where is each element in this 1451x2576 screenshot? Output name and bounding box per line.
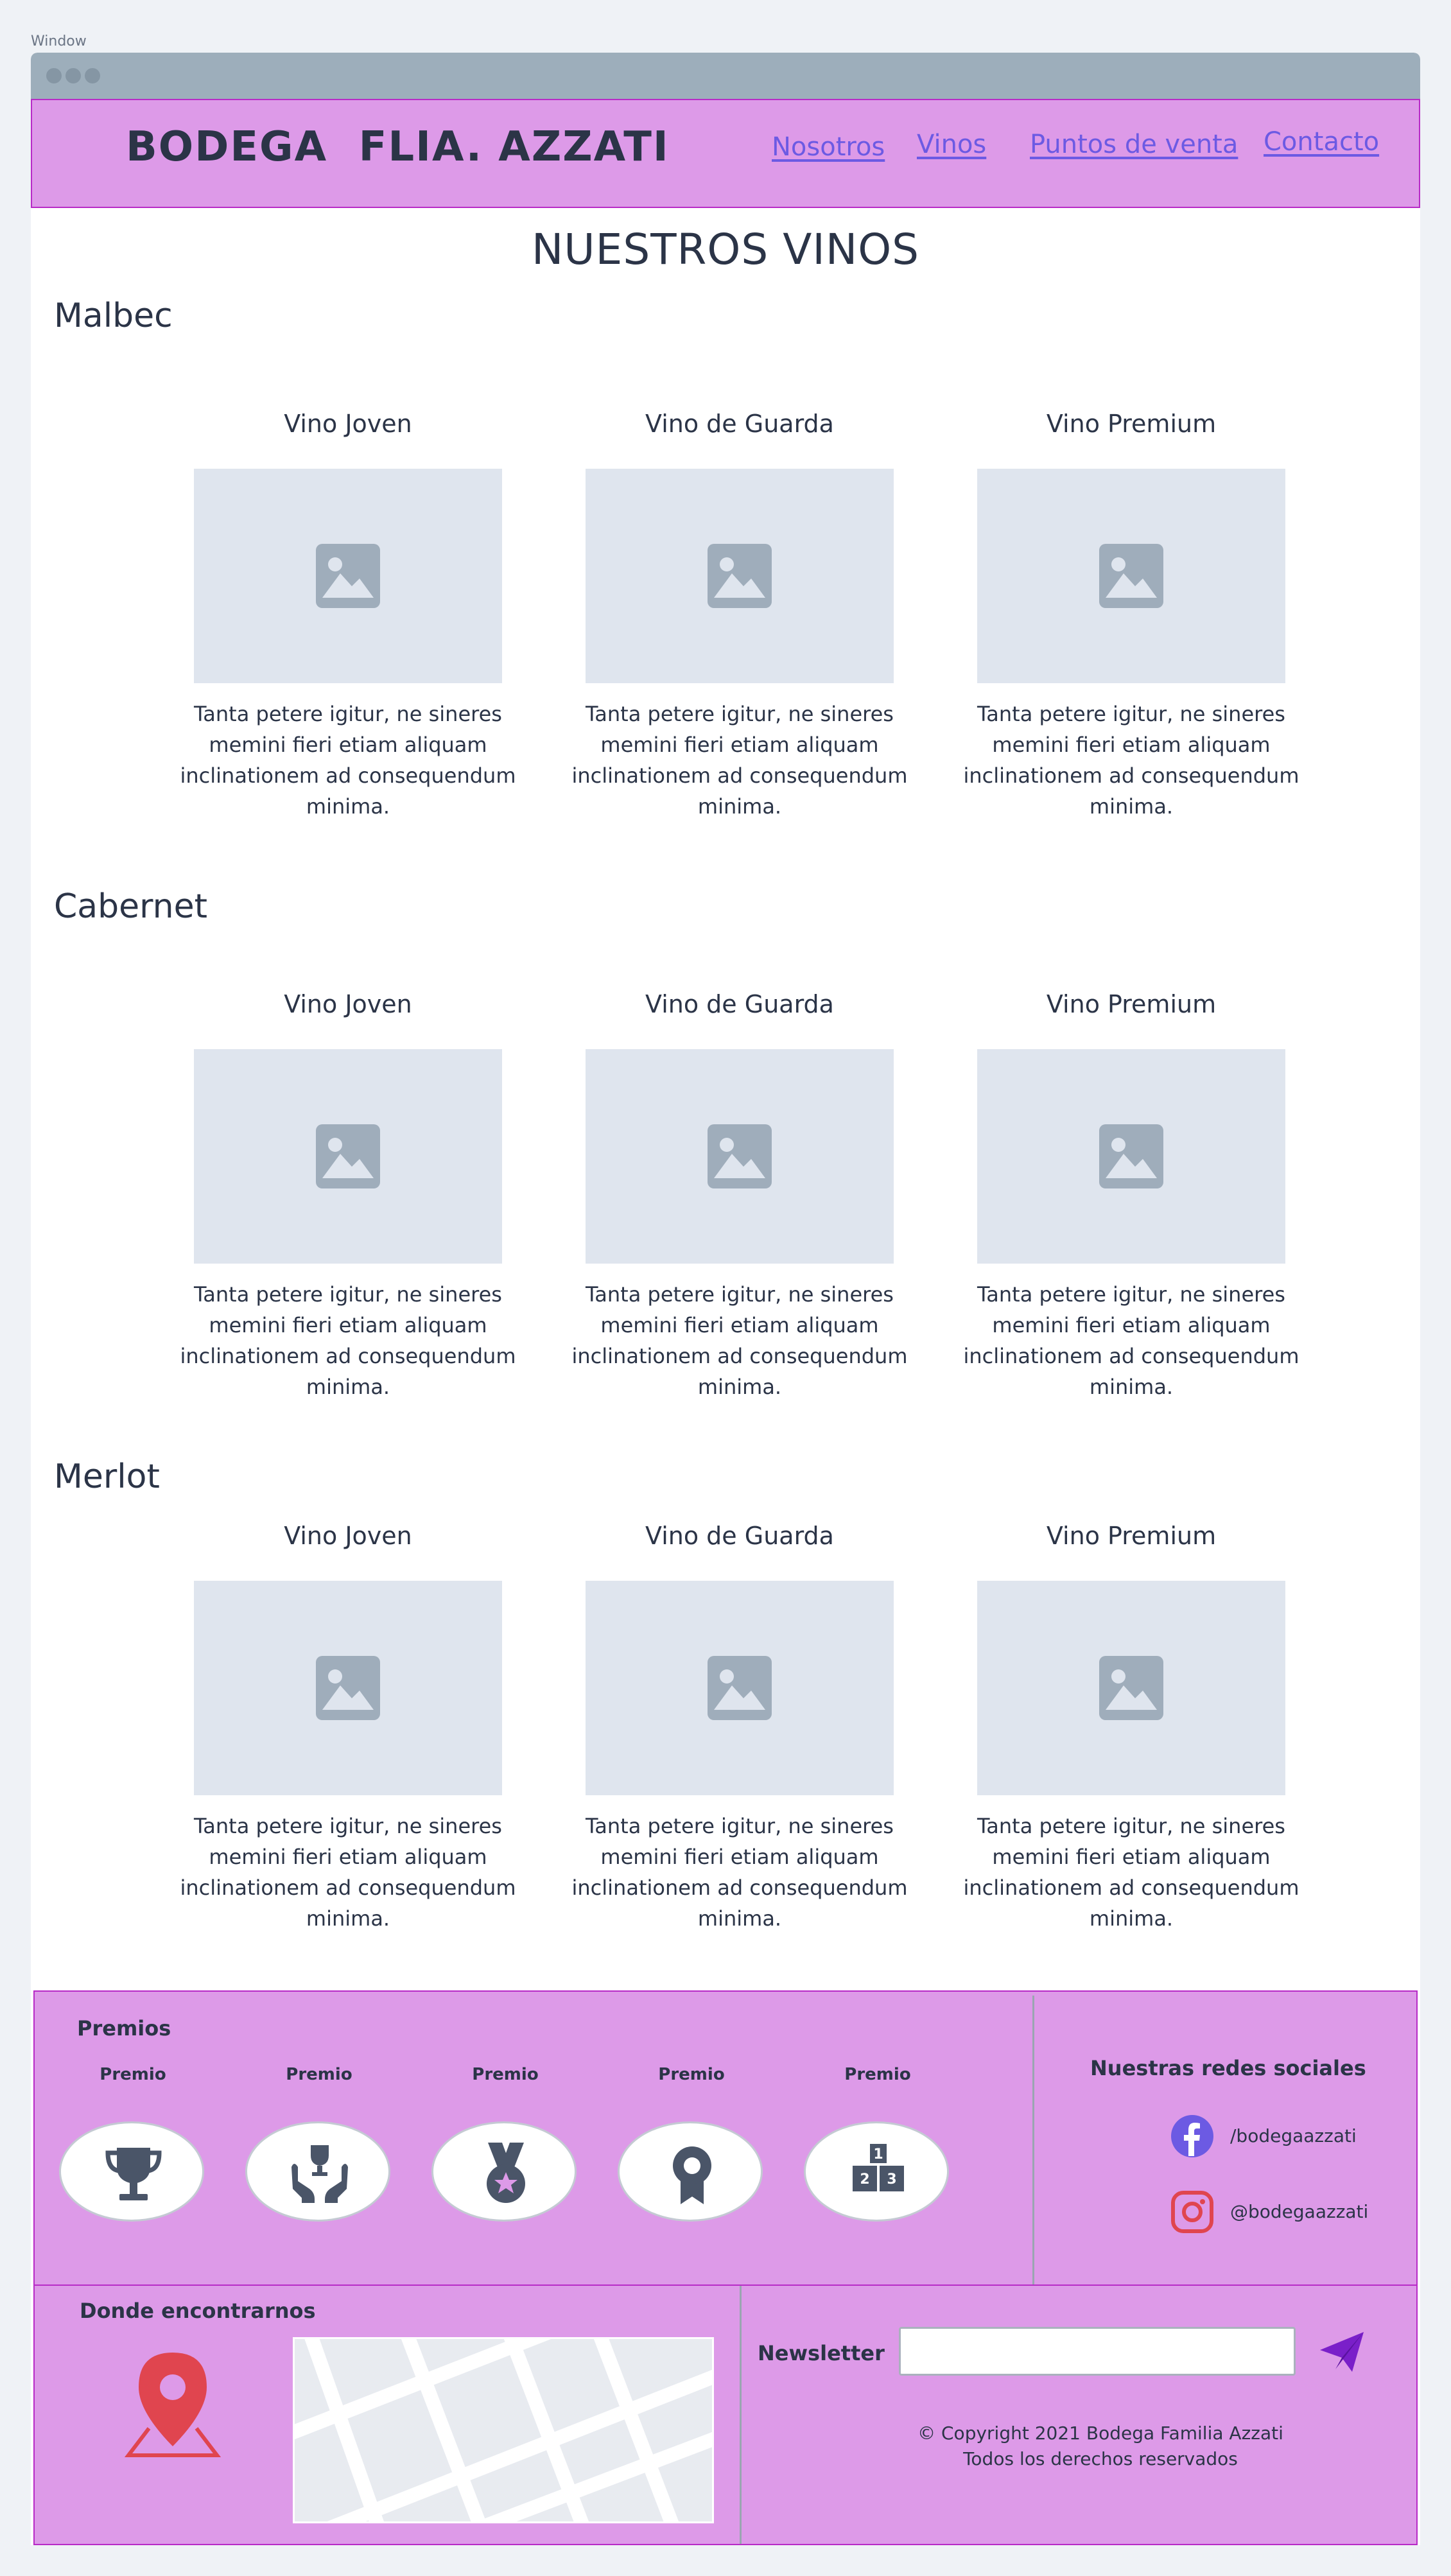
- award-hands-icon: [291, 2145, 348, 2203]
- wine-card-title: Vino Joven: [284, 990, 412, 1018]
- svg-text:1: 1: [873, 2146, 883, 2163]
- social-facebook-link[interactable]: /bodegaazzati: [1170, 2114, 1414, 2165]
- window-dot[interactable]: [65, 68, 81, 83]
- wine-image-placeholder: [977, 1581, 1285, 1795]
- nav-link-puntos-de-venta[interactable]: Puntos de venta: [1030, 130, 1238, 159]
- wine-image-placeholder: [586, 1581, 894, 1795]
- copyright-line: © Copyright 2021 Bodega Familia Azzati: [917, 2423, 1283, 2444]
- map[interactable]: [293, 2337, 714, 2523]
- award-label: Premio: [658, 2065, 725, 2084]
- wine-image-placeholder: [977, 469, 1285, 683]
- award-badge[interactable]: 1 2 3: [804, 2121, 949, 2222]
- ribbon-badge-icon: [673, 2146, 711, 2204]
- award-badge[interactable]: [618, 2121, 763, 2222]
- wine-card-description: Tanta petere igitur, ne sineres memini f…: [963, 1282, 1299, 1399]
- facebook-handle: /bodegaazzati: [1230, 2125, 1357, 2146]
- window-label: Window: [31, 33, 87, 49]
- divider: [1032, 1996, 1034, 2284]
- newsletter-email-input[interactable]: [899, 2327, 1296, 2376]
- browser-window: BODEGA FLIA. AZZATI Nosotros Vinos Punto…: [31, 53, 1420, 2545]
- window-titlebar: [31, 53, 1420, 99]
- wine-card-description: Tanta petere igitur, ne sineres memini f…: [571, 1814, 908, 1931]
- location-pin-icon: [125, 2353, 221, 2457]
- award-badge[interactable]: [59, 2121, 204, 2222]
- wine-card-description: Tanta petere igitur, ne sineres memini f…: [180, 1814, 516, 1931]
- award-label: Premio: [472, 2065, 539, 2084]
- wine-card-title: Vino de Guarda: [645, 990, 834, 1018]
- site-header: BODEGA FLIA. AZZATI Nosotros Vinos Punto…: [31, 99, 1420, 208]
- footer-location-newsletter: Donde encontrarnos Newsletter © Copyrigh…: [33, 2284, 1418, 2545]
- podium-icon: 1 2 3: [853, 2144, 904, 2191]
- wine-card-title: Vino Joven: [284, 1522, 412, 1550]
- divider: [740, 2286, 742, 2544]
- facebook-icon: [1171, 2115, 1213, 2157]
- trophy-icon: [105, 2148, 162, 2200]
- wine-card-description: Tanta petere igitur, ne sineres memini f…: [571, 702, 908, 819]
- wine-image-placeholder: [194, 469, 502, 683]
- section-title-malbec: Malbec: [54, 297, 173, 335]
- award-badge[interactable]: [431, 2121, 577, 2222]
- award-label: Premio: [100, 2065, 166, 2084]
- section-title-cabernet: Cabernet: [54, 887, 207, 926]
- award-label: Premio: [286, 2065, 352, 2084]
- social-instagram-link[interactable]: @bodegaazzati: [1170, 2189, 1414, 2241]
- instagram-handle: @bodegaazzati: [1230, 2201, 1369, 2222]
- instagram-icon: [1171, 2191, 1213, 2233]
- window-dot[interactable]: [46, 68, 62, 83]
- window-dot[interactable]: [85, 68, 100, 83]
- wine-card-title: Vino Premium: [1046, 990, 1217, 1018]
- newsletter-label: Newsletter: [758, 2341, 885, 2365]
- image-placeholder-icon: [1099, 1124, 1163, 1188]
- wine-image-placeholder: [586, 1049, 894, 1264]
- award-label: Premio: [844, 2065, 911, 2084]
- wine-card-description: Tanta petere igitur, ne sineres memini f…: [963, 702, 1299, 819]
- image-placeholder-icon: [316, 544, 380, 608]
- image-placeholder-icon: [708, 1656, 772, 1720]
- image-placeholder-icon: [708, 1124, 772, 1188]
- send-icon[interactable]: [1319, 2331, 1365, 2373]
- copyright-rights: Todos los derechos reservados: [963, 2448, 1238, 2469]
- wine-card-title: Vino Premium: [1046, 1522, 1217, 1550]
- section-title-merlot: Merlot: [54, 1458, 160, 1496]
- map-streets: [295, 2339, 712, 2521]
- wine-card-description: Tanta petere igitur, ne sineres memini f…: [571, 1282, 908, 1399]
- svg-text:2: 2: [860, 2171, 869, 2188]
- nav-link-nosotros[interactable]: Nosotros: [772, 132, 885, 162]
- awards-title: Premios: [77, 2016, 171, 2041]
- wine-card-title: Vino de Guarda: [645, 410, 834, 438]
- brand-logo[interactable]: BODEGA FLIA. AZZATI: [126, 123, 670, 171]
- wine-image-placeholder: [194, 1581, 502, 1795]
- wine-image-placeholder: [586, 469, 894, 683]
- image-placeholder-icon: [316, 1656, 380, 1720]
- location-title: Donde encontrarnos: [80, 2299, 316, 2323]
- wine-card-title: Vino Premium: [1046, 410, 1217, 438]
- wine-card-title: Vino Joven: [284, 410, 412, 438]
- wine-card-description: Tanta petere igitur, ne sineres memini f…: [180, 1282, 516, 1399]
- wine-card-title: Vino de Guarda: [645, 1522, 834, 1550]
- image-placeholder-icon: [316, 1124, 380, 1188]
- award-badge[interactable]: [245, 2121, 390, 2222]
- medal-icon: [487, 2143, 525, 2203]
- nav-link-contacto[interactable]: Contacto: [1264, 127, 1379, 157]
- wine-card-description: Tanta petere igitur, ne sineres memini f…: [180, 702, 516, 819]
- nav-link-vinos[interactable]: Vinos: [917, 130, 986, 159]
- page-title: NUESTROS VINOS: [531, 225, 920, 274]
- wine-image-placeholder: [977, 1049, 1285, 1264]
- wine-card-description: Tanta petere igitur, ne sineres memini f…: [963, 1814, 1299, 1931]
- image-placeholder-icon: [708, 544, 772, 608]
- wine-image-placeholder: [194, 1049, 502, 1264]
- social-title: Nuestras redes sociales: [1090, 2056, 1366, 2080]
- image-placeholder-icon: [1099, 544, 1163, 608]
- image-placeholder-icon: [1099, 1656, 1163, 1720]
- svg-text:3: 3: [887, 2171, 896, 2188]
- footer-awards-social: Premios Premio Premio Premio Premio Prem…: [33, 1990, 1418, 2286]
